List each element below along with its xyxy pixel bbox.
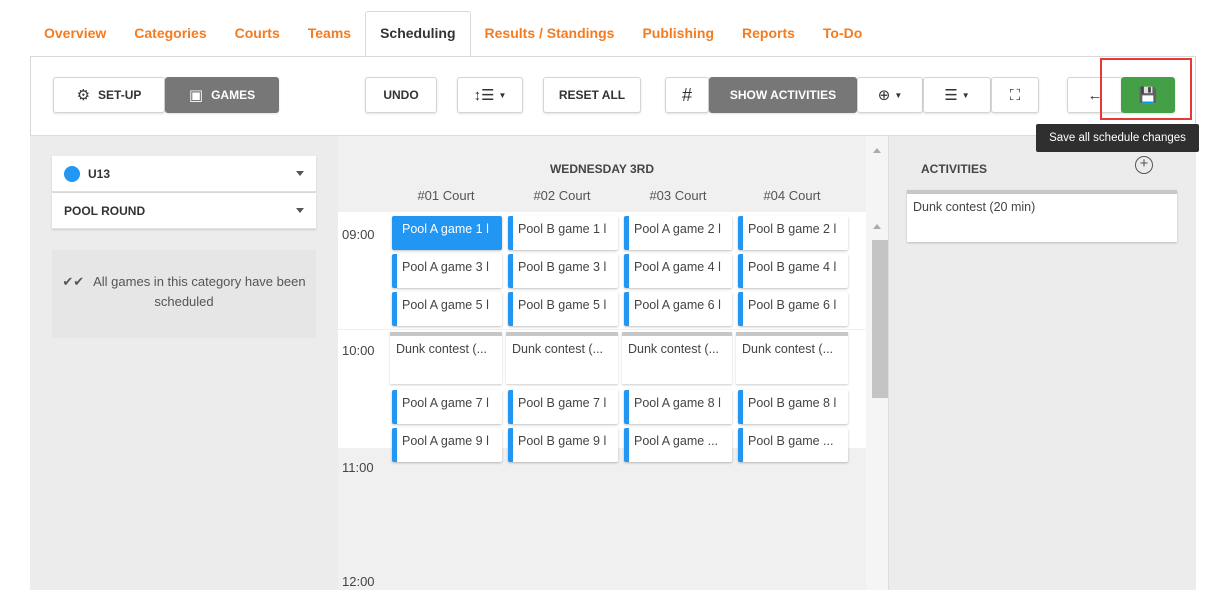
tab-courts[interactable]: Courts	[221, 12, 294, 56]
chevron-down-icon: ▼	[894, 90, 903, 100]
row-height-button[interactable]: ↕☰ ▼	[457, 77, 523, 113]
games-label: GAMES	[211, 88, 256, 102]
game-card[interactable]: Pool B game 8 l	[738, 390, 848, 424]
game-card[interactable]: Pool B game 7 l	[508, 390, 618, 424]
filter-icon: ☰	[944, 87, 958, 104]
time-label: 12:00	[342, 574, 375, 589]
save-tooltip: Save all schedule changes	[1036, 124, 1199, 152]
fullscreen-button[interactable]: ⛶	[991, 77, 1039, 113]
add-activity-icon[interactable]: +	[1135, 156, 1153, 174]
all-scheduled-notice: ✔✔ All games in this category have been …	[52, 250, 316, 338]
game-card[interactable]: Pool B game 5 l	[508, 292, 618, 326]
category-color-dot	[64, 165, 80, 182]
game-card[interactable]: Pool A game 7 l	[392, 390, 502, 424]
undo-button[interactable]: UNDO	[365, 77, 437, 113]
activity-cell[interactable]: Dunk contest (...	[736, 332, 848, 384]
line-spacing-icon: ↕☰	[473, 87, 495, 104]
court-header: #03 Court	[649, 188, 707, 203]
tab-reports[interactable]: Reports	[728, 12, 809, 56]
round-select[interactable]: POOL ROUND	[52, 193, 316, 229]
setup-button[interactable]: ⚙ SET-UP	[53, 77, 165, 113]
activity-card[interactable]: Dunk contest (20 min)	[907, 190, 1177, 242]
arrow-left-icon: ←	[1087, 86, 1103, 104]
game-card[interactable]: Pool A game 6 l	[624, 292, 732, 326]
game-card[interactable]: Pool A game 1 l	[392, 216, 502, 250]
round-select-value: POOL ROUND	[64, 203, 146, 218]
save-icon: 💾	[1138, 87, 1158, 104]
game-card[interactable]: Pool B game 1 l	[508, 216, 618, 250]
court-header: #01 Court	[417, 188, 475, 203]
filter-button[interactable]: ☰ ▼	[923, 77, 991, 113]
game-card[interactable]: Pool A game 8 l	[624, 390, 732, 424]
setup-label: SET-UP	[98, 88, 142, 102]
save-button[interactable]: 💾	[1121, 77, 1175, 113]
activity-cell[interactable]: Dunk contest (...	[622, 332, 732, 384]
tab-to-do[interactable]: To-Do	[809, 12, 876, 56]
game-card[interactable]: Pool A game 2 l	[624, 216, 732, 250]
add-circle-icon: ⊕	[877, 87, 891, 104]
category-select[interactable]: U13	[52, 156, 316, 192]
chevron-down-icon	[296, 208, 304, 213]
category-panel: U13 POOL ROUND ✔✔ All games in this cate…	[30, 136, 338, 590]
scroll-thumb[interactable]	[872, 240, 888, 398]
game-card[interactable]: Pool B game 4 l	[738, 254, 848, 288]
category-select-value: U13	[88, 166, 111, 181]
all-scheduled-text: All games in this category have been sch…	[93, 274, 306, 309]
court-header: #04 Court	[763, 188, 821, 203]
calendar-icon: ▣	[188, 87, 204, 104]
back-button[interactable]: ←	[1067, 77, 1123, 113]
game-card[interactable]: Pool A game 4 l	[624, 254, 732, 288]
tab-publishing[interactable]: Publishing	[628, 12, 728, 56]
game-card[interactable]: Pool B game 6 l	[738, 292, 848, 326]
game-card[interactable]: Pool A game 9 l	[392, 428, 502, 462]
scroll-up-arrow-icon[interactable]	[873, 224, 881, 229]
chevron-down-icon	[296, 171, 304, 176]
tab-categories[interactable]: Categories	[120, 12, 220, 56]
game-card[interactable]: Pool A game 5 l	[392, 292, 502, 326]
activities-title: ACTIVITIES	[921, 162, 988, 176]
fullscreen-icon: ⛶	[1009, 86, 1021, 104]
tab-results-standings[interactable]: Results / Standings	[471, 12, 629, 56]
court-header: #02 Court	[533, 188, 591, 203]
schedule-grid: WEDNESDAY 3RD #01 Court #02 Court #03 Co…	[338, 136, 866, 590]
game-card[interactable]: Pool B game 3 l	[508, 254, 618, 288]
activities-panel: ACTIVITIES + Dunk contest (20 min)	[888, 136, 1196, 590]
tab-scheduling[interactable]: Scheduling	[365, 11, 471, 56]
double-check-icon: ✔✔	[62, 274, 85, 289]
day-header: WEDNESDAY 3RD	[549, 162, 655, 176]
game-card[interactable]: Pool A game ...	[624, 428, 732, 462]
game-card[interactable]: Pool A game 3 l	[392, 254, 502, 288]
reset-all-button[interactable]: RESET ALL	[543, 77, 641, 113]
chevron-down-icon: ▼	[961, 90, 970, 100]
scheduling-toolbar: ⚙ SET-UP ▣ GAMES UNDO ↕☰ ▼ RESET ALL # S…	[30, 56, 1196, 136]
add-menu-button[interactable]: ⊕ ▼	[857, 77, 923, 113]
time-label: 10:00	[342, 343, 375, 358]
scroll-up-arrow-icon[interactable]	[873, 148, 881, 153]
numbering-button[interactable]: #	[665, 77, 709, 113]
time-label: 11:00	[342, 460, 374, 475]
tab-teams[interactable]: Teams	[294, 12, 365, 56]
chevron-down-icon: ▼	[498, 90, 507, 100]
time-label: 09:00	[342, 227, 375, 242]
gear-icon: ⚙	[76, 87, 91, 104]
games-button[interactable]: ▣ GAMES	[165, 77, 279, 113]
show-activities-button[interactable]: SHOW ACTIVITIES	[709, 77, 857, 113]
game-card[interactable]: Pool B game ...	[738, 428, 848, 462]
game-card[interactable]: Pool B game 2 l	[738, 216, 848, 250]
game-card[interactable]: Pool B game 9 l	[508, 428, 618, 462]
tab-bar: Overview Categories Courts Teams Schedul…	[30, 11, 1196, 56]
main-area: U13 POOL ROUND ✔✔ All games in this cate…	[30, 136, 1196, 590]
activity-cell[interactable]: Dunk contest (...	[506, 332, 618, 384]
tab-overview[interactable]: Overview	[30, 12, 120, 56]
activity-cell[interactable]: Dunk contest (...	[390, 332, 502, 384]
